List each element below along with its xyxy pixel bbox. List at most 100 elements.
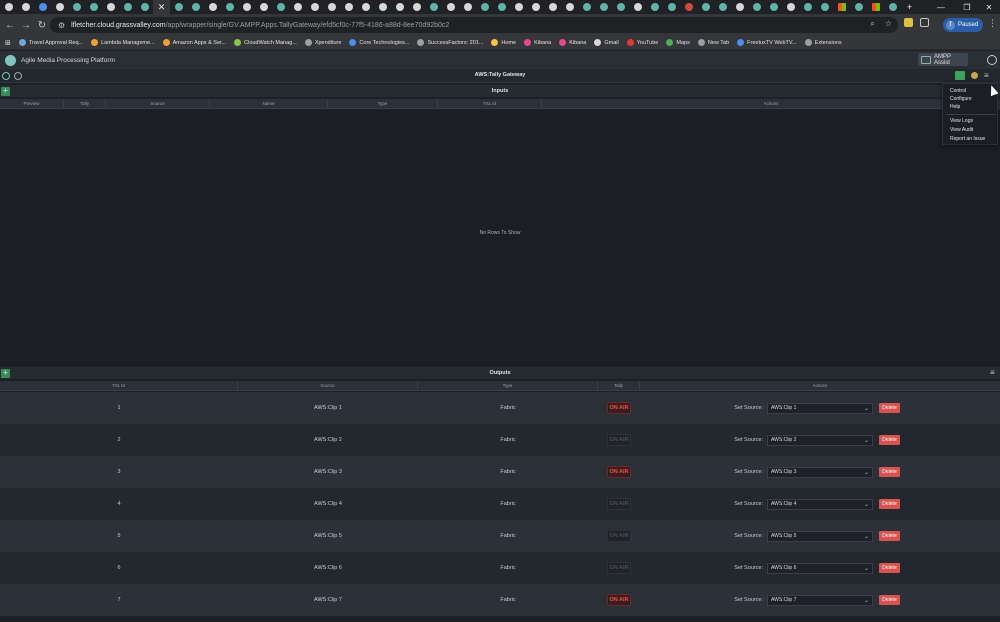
col-actions[interactable]: Actions [542, 99, 1000, 108]
restore-icon[interactable]: ❐ [956, 0, 978, 14]
profile-button[interactable]: T Paused [943, 18, 983, 32]
browser-tab[interactable] [782, 0, 799, 14]
forward-icon[interactable]: → [18, 17, 34, 33]
table-row[interactable]: 4 AWS:Clip 4 Fabric ON AIR Set Source: AWS:Cl… [0, 488, 1000, 520]
browser-tab[interactable] [799, 0, 816, 14]
browser-tab[interactable] [187, 0, 204, 14]
browser-tab[interactable] [595, 0, 612, 14]
browser-tab[interactable] [578, 0, 595, 14]
bookmark-item[interactable]: SuccessFactors: 201... [417, 39, 483, 46]
delete-button[interactable]: Delete [879, 595, 900, 605]
browser-tab[interactable] [17, 0, 34, 14]
browser-tab[interactable] [561, 0, 578, 14]
col-source[interactable]: Source [238, 381, 418, 390]
ampp-logo-icon[interactable] [5, 54, 16, 66]
table-row[interactable]: 1 AWS:Clip 1 Fabric ON AIR Set Source: AWS:Cl… [0, 392, 1000, 424]
bookmark-item[interactable]: FreetuxTV WebTV... [737, 39, 797, 46]
browser-tab[interactable] [255, 0, 272, 14]
source-select[interactable]: AWS:Clip 6 ⌄ [767, 562, 873, 574]
col-actions[interactable]: Actions [640, 381, 1000, 390]
menu-item-view-audit[interactable]: View Audit [950, 127, 973, 133]
close-window-icon[interactable]: ✕ [978, 0, 1000, 14]
browser-tab[interactable] [238, 0, 255, 14]
source-select[interactable]: AWS:Clip 5 ⌄ [767, 530, 873, 542]
col-source[interactable]: Source [106, 99, 210, 108]
source-select[interactable]: AWS:Clip 4 ⌄ [767, 498, 873, 510]
reload-icon[interactable]: ↻ [34, 17, 50, 33]
browser-tab[interactable] [833, 0, 850, 14]
browser-tab[interactable] [51, 0, 68, 14]
url-input[interactable]: ⚙ lfletcher.cloud.grassvalley.com/app/wr… [50, 17, 898, 33]
browser-tab[interactable] [68, 0, 85, 14]
tab-active[interactable]: ✕ [153, 0, 170, 14]
delete-button[interactable]: Delete [879, 467, 900, 477]
source-select[interactable]: AWS:Clip 1 ⌄ [767, 402, 873, 414]
browser-tab[interactable] [119, 0, 136, 14]
browser-tab[interactable] [374, 0, 391, 14]
delete-button[interactable]: Delete [879, 435, 900, 445]
extensions-puzzle-icon[interactable] [920, 18, 929, 27]
table-row[interactable]: 2 AWS:Clip 2 Fabric ON AIR Set Source: AWS:Cl… [0, 424, 1000, 456]
table-row[interactable]: 3 AWS:Clip 3 Fabric ON AIR Set Source: AWS:Cl… [0, 456, 1000, 488]
menu-item-configure[interactable]: Configure [950, 96, 972, 102]
source-select[interactable]: AWS:Clip 7 ⌄ [767, 594, 873, 606]
browser-menu-icon[interactable]: ⋮ [988, 18, 997, 29]
browser-tab[interactable] [765, 0, 782, 14]
col-type[interactable]: Type [328, 99, 438, 108]
browser-tab[interactable] [663, 0, 680, 14]
bookmark-item[interactable]: Lambda Manageme... [91, 39, 155, 46]
browser-tab[interactable] [867, 0, 884, 14]
ampp-assist-button[interactable]: AMPP Assist [918, 53, 968, 66]
browser-tab[interactable] [306, 0, 323, 14]
browser-tab[interactable] [680, 0, 697, 14]
apps-grid-icon[interactable]: ⊞ [5, 39, 11, 47]
delete-button[interactable]: Delete [879, 499, 900, 509]
layout-icon[interactable] [955, 71, 965, 80]
col-type[interactable]: Type [418, 381, 598, 390]
browser-tab[interactable] [850, 0, 867, 14]
back-icon[interactable]: ← [2, 17, 18, 33]
menu-item-control[interactable]: Control [950, 88, 966, 94]
browser-tab[interactable] [170, 0, 187, 14]
browser-tab[interactable] [816, 0, 833, 14]
browser-tab[interactable] [884, 0, 901, 14]
col-name[interactable]: Name [210, 99, 328, 108]
browser-tab[interactable] [731, 0, 748, 14]
browser-tab[interactable] [425, 0, 442, 14]
app-menu-icon[interactable]: ≡ [984, 71, 989, 80]
delete-button[interactable]: Delete [879, 531, 900, 541]
browser-tab[interactable] [544, 0, 561, 14]
browser-tab[interactable] [510, 0, 527, 14]
browser-tab[interactable] [527, 0, 544, 14]
bookmark-item[interactable]: YouTube [626, 39, 658, 46]
source-select[interactable]: AWS:Clip 3 ⌄ [767, 466, 873, 478]
bookmark-item[interactable]: Kibana [524, 39, 551, 46]
browser-tab[interactable] [391, 0, 408, 14]
browser-tab[interactable] [714, 0, 731, 14]
browser-tab[interactable] [697, 0, 714, 14]
table-row[interactable]: 5 AWS:Clip 5 Fabric ON AIR Set Source: AWS:Cl… [0, 520, 1000, 552]
delete-button[interactable]: Delete [879, 563, 900, 573]
bookmark-item[interactable]: Gmail [594, 39, 619, 46]
browser-tab[interactable] [136, 0, 153, 14]
col-tsl-id[interactable]: TSL Id [0, 381, 238, 390]
menu-item-report-issue[interactable]: Report an Issue [950, 136, 985, 142]
new-tab-icon[interactable]: + [901, 0, 918, 14]
bookmark-item[interactable]: Core Technologies... [349, 39, 409, 46]
bookmark-star-icon[interactable]: ☆ [885, 19, 892, 29]
outputs-menu-icon[interactable]: ≡ [990, 368, 995, 377]
state-indicator-icon[interactable] [971, 72, 978, 79]
minimize-icon[interactable]: — [930, 0, 952, 14]
user-account-icon[interactable] [987, 55, 997, 65]
col-preview[interactable]: Preview [0, 99, 64, 108]
extension-icon[interactable] [904, 18, 913, 27]
table-row[interactable]: 7 AWS:Clip 7 Fabric ON AIR Set Source: AWS:Cl… [0, 584, 1000, 616]
bookmark-item[interactable]: Amazon Apps & Ser... [162, 39, 226, 46]
bookmark-item[interactable]: Travel Approval Req... [18, 39, 83, 46]
browser-tab[interactable] [0, 0, 17, 14]
delete-button[interactable]: Delete [879, 403, 900, 413]
browser-tab[interactable] [340, 0, 357, 14]
bookmark-item[interactable]: CloudWatch Manag... [234, 39, 297, 46]
browser-tab[interactable] [646, 0, 663, 14]
bookmark-item[interactable]: Kibana [559, 39, 586, 46]
